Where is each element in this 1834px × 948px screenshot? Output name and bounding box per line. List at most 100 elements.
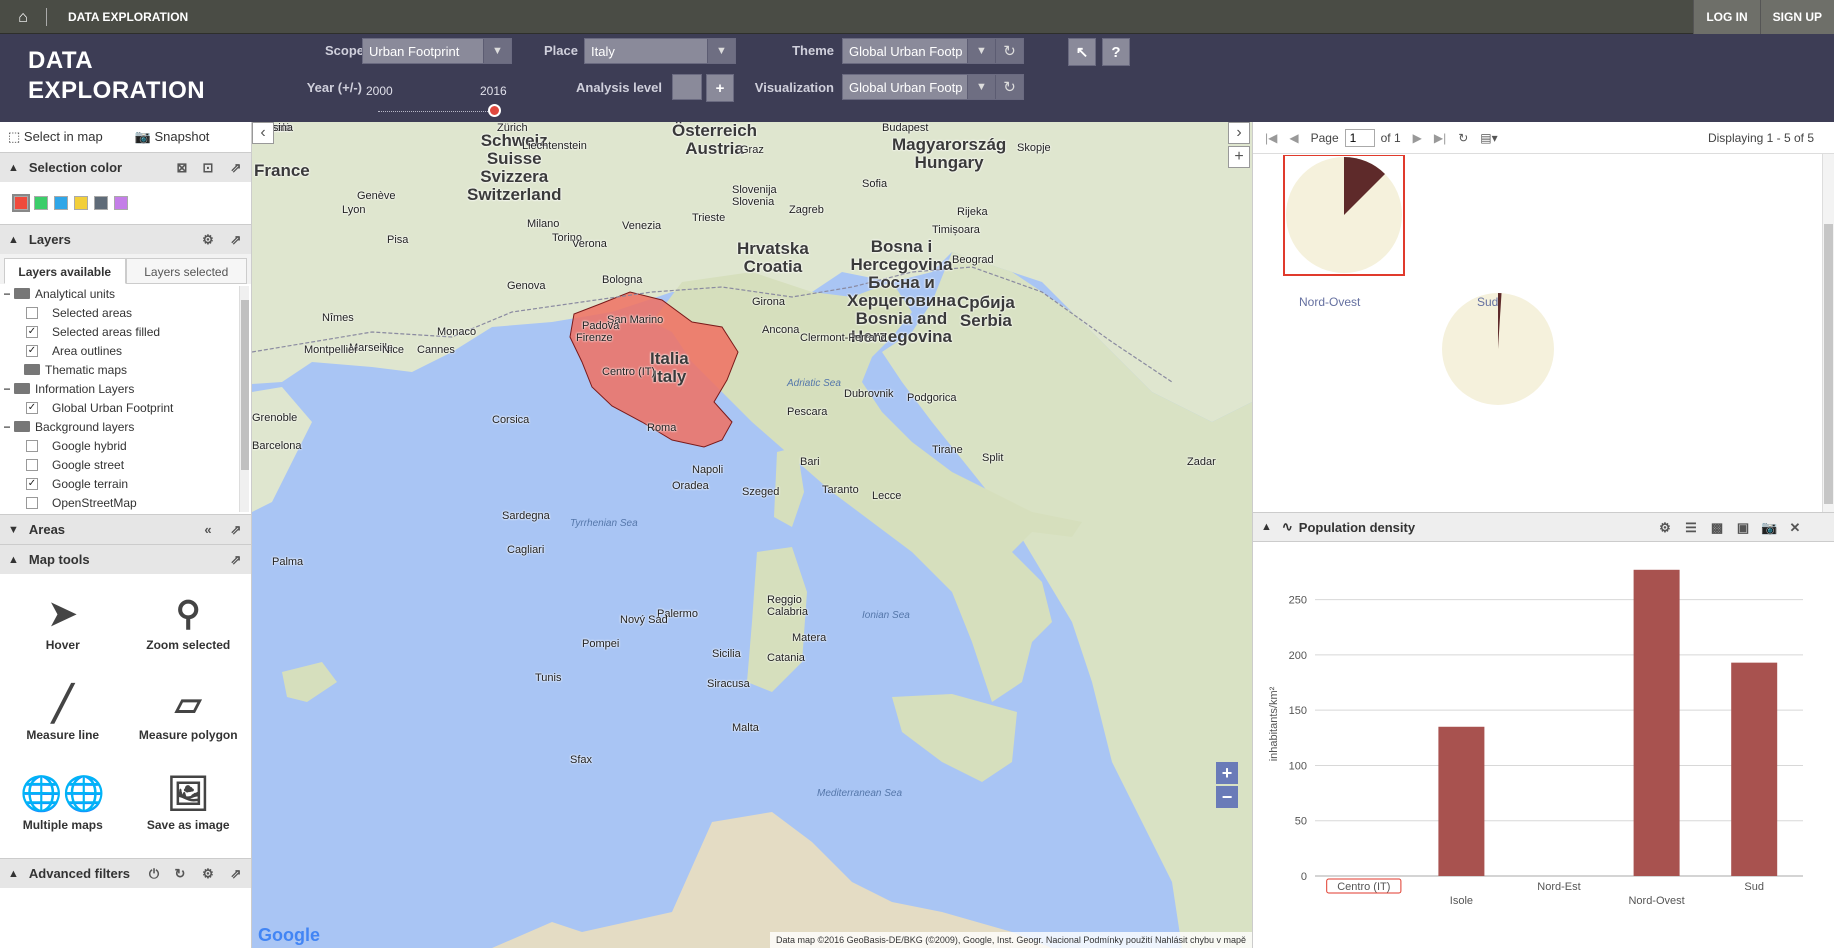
layer-checkbox[interactable]: ✓	[26, 325, 38, 338]
zoom-in-button[interactable]: +	[1216, 762, 1238, 784]
refresh-icon[interactable]: ↻	[172, 866, 188, 882]
refresh-icon[interactable]: ↻	[1458, 131, 1468, 145]
table-export-icon[interactable]: ▩	[1709, 520, 1725, 536]
layers-header[interactable]: ▲ Layers ⚙ ⇗	[0, 224, 251, 254]
zoom-out-button[interactable]: −	[1216, 786, 1238, 808]
layer-tree-item[interactable]: Google hybrid	[0, 436, 251, 455]
expand-icon[interactable]: ▼	[8, 524, 19, 536]
login-button[interactable]: LOG IN	[1693, 0, 1760, 34]
chart-header[interactable]: ▲ ∿ Population density ⚙ ☰ ▩ ▣ 📷 ✕	[1253, 512, 1834, 542]
layer-checkbox[interactable]	[26, 439, 38, 452]
tool-measure-line[interactable]: ╱ Measure line	[0, 670, 126, 760]
bar[interactable]	[1438, 726, 1485, 876]
year-slider[interactable]	[378, 104, 506, 118]
help-button[interactable]: ?	[1102, 38, 1130, 66]
gear-icon[interactable]: ⚙	[200, 232, 216, 248]
layer-tree-item[interactable]: − Analytical units	[0, 284, 251, 303]
layer-tree-item[interactable]: − Background layers	[0, 417, 251, 436]
layer-tree-item[interactable]: Google street	[0, 455, 251, 474]
first-page-icon[interactable]: |◀	[1265, 131, 1277, 145]
layer-checkbox[interactable]: ✓	[26, 344, 38, 357]
layer-switcher-icon[interactable]: +	[1228, 146, 1250, 168]
home-icon[interactable]: ⌂	[12, 8, 34, 28]
color-swatch[interactable]	[34, 196, 48, 210]
pie-chart[interactable]	[1283, 155, 1405, 276]
place-select[interactable]: Italy ▼	[584, 38, 736, 64]
popout-icon[interactable]: ⇗	[228, 552, 244, 568]
layer-tree-item[interactable]: ✓ Area outlines	[0, 341, 251, 360]
popout-icon[interactable]: ⇗	[228, 160, 244, 176]
theme-select[interactable]: Global Urban Footp ▼ ↻	[842, 38, 1024, 64]
signup-button[interactable]: SIGN UP	[1759, 0, 1834, 34]
tool-zoom-selected[interactable]: ⚲ Zoom selected	[126, 580, 252, 670]
tree-toggle[interactable]: −	[0, 420, 14, 434]
tool-measure-polygon[interactable]: ▱ Measure polygon	[126, 670, 252, 760]
chevron-down-icon[interactable]: ▼	[967, 39, 995, 63]
gear-icon[interactable]: ⚙	[1657, 520, 1673, 536]
close-icon[interactable]: ✕	[1787, 520, 1803, 536]
areas-header[interactable]: ▼ Areas « ⇗	[0, 514, 251, 544]
layer-tree-item[interactable]: OpenStreetMap	[0, 493, 251, 512]
collapse-icon[interactable]: ▲	[1261, 521, 1272, 533]
last-page-icon[interactable]: ▶|	[1434, 131, 1446, 145]
layer-checkbox[interactable]	[26, 458, 38, 471]
chevron-down-icon[interactable]: ▼	[967, 75, 995, 99]
clear-all-icon[interactable]: ⊡	[200, 160, 216, 176]
clear-icon[interactable]: ⊠	[174, 160, 190, 176]
popout-icon[interactable]: ⇗	[228, 232, 244, 248]
visualization-select[interactable]: Global Urban Footp ▼ ↻	[842, 74, 1024, 100]
tool-save-as-image[interactable]: 🖼 Save as image	[126, 760, 252, 850]
snapshot-button[interactable]: 📷 Snapshot	[135, 129, 226, 145]
scrollbar-thumb[interactable]	[1824, 224, 1833, 504]
scope-select[interactable]: Urban Footprint ▼	[362, 38, 512, 64]
tab-layers-selected[interactable]: Layers selected	[125, 258, 247, 284]
tool-multiple-maps[interactable]: 🌐🌐 Multiple maps	[0, 760, 126, 850]
collapse-right-icon[interactable]: ›	[1228, 122, 1250, 144]
next-page-icon[interactable]: ▶	[1413, 131, 1422, 145]
prev-page-icon[interactable]: ◀	[1289, 131, 1298, 145]
select-in-map-button[interactable]: ⬚ Select in map	[8, 129, 119, 145]
rewind-icon[interactable]: «	[200, 522, 216, 538]
layer-checkbox[interactable]: ✓	[26, 401, 38, 414]
layer-checkbox[interactable]	[26, 496, 38, 509]
slider-handle[interactable]	[488, 104, 501, 117]
collapse-icon[interactable]: ▲	[8, 162, 19, 174]
layer-tree-item[interactable]: ✓ Google terrain	[0, 474, 251, 493]
color-swatch[interactable]	[114, 196, 128, 210]
power-icon[interactable]: ⏻	[146, 866, 162, 882]
color-swatch[interactable]	[12, 194, 30, 212]
color-swatch[interactable]	[94, 196, 108, 210]
chevron-down-icon[interactable]: ▼	[483, 39, 511, 63]
collapse-icon[interactable]: ▲	[8, 234, 19, 246]
pie-chart[interactable]	[1442, 293, 1554, 405]
chevron-down-icon[interactable]: ▼	[707, 39, 735, 63]
selection-color-header[interactable]: ▲ Selection color ⊠ ⊡ ⇗	[0, 152, 251, 182]
export-menu-icon[interactable]: ▤▾	[1480, 131, 1497, 145]
map-tools-header[interactable]: ▲ Map tools ⇗	[0, 544, 251, 574]
popout-icon[interactable]: ⇗	[228, 522, 244, 538]
collapse-left-icon[interactable]: ‹	[252, 122, 274, 144]
scrollbar[interactable]	[1822, 154, 1834, 512]
map-view[interactable]: France Schweiz Suisse Svizzera Switzerlan…	[252, 122, 1252, 948]
layer-tree-item[interactable]: − Information Layers	[0, 379, 251, 398]
bar[interactable]	[1731, 662, 1778, 876]
camera-icon[interactable]: 📷	[1761, 520, 1777, 536]
refresh-icon[interactable]: ↻	[995, 75, 1023, 99]
layer-checkbox[interactable]	[26, 306, 38, 319]
analysis-level-select[interactable]	[672, 74, 702, 100]
collapse-icon[interactable]: ▲	[8, 554, 19, 566]
map-attribution[interactable]: Data map ©2016 GeoBasis-DE/BKG (©2009), …	[770, 932, 1252, 948]
tool-hover[interactable]: ➤ Hover	[0, 580, 126, 670]
advanced-filters-header[interactable]: ▲ Advanced filters ⏻ ↻ ⚙ ⇗	[0, 858, 251, 888]
page-input[interactable]	[1344, 128, 1375, 147]
layer-tree-item[interactable]: Selected areas	[0, 303, 251, 322]
tree-toggle[interactable]: −	[0, 382, 14, 396]
popout-icon[interactable]: ⇗	[228, 866, 244, 882]
refresh-icon[interactable]: ↻	[995, 39, 1023, 63]
list-icon[interactable]: ☰	[1683, 520, 1699, 536]
layer-tree-item[interactable]: ✓ Global Urban Footprint	[0, 398, 251, 417]
layer-checkbox[interactable]: ✓	[26, 477, 38, 490]
tree-toggle[interactable]: −	[0, 287, 14, 301]
color-swatch[interactable]	[74, 196, 88, 210]
scrollbar-thumb[interactable]	[241, 300, 249, 470]
